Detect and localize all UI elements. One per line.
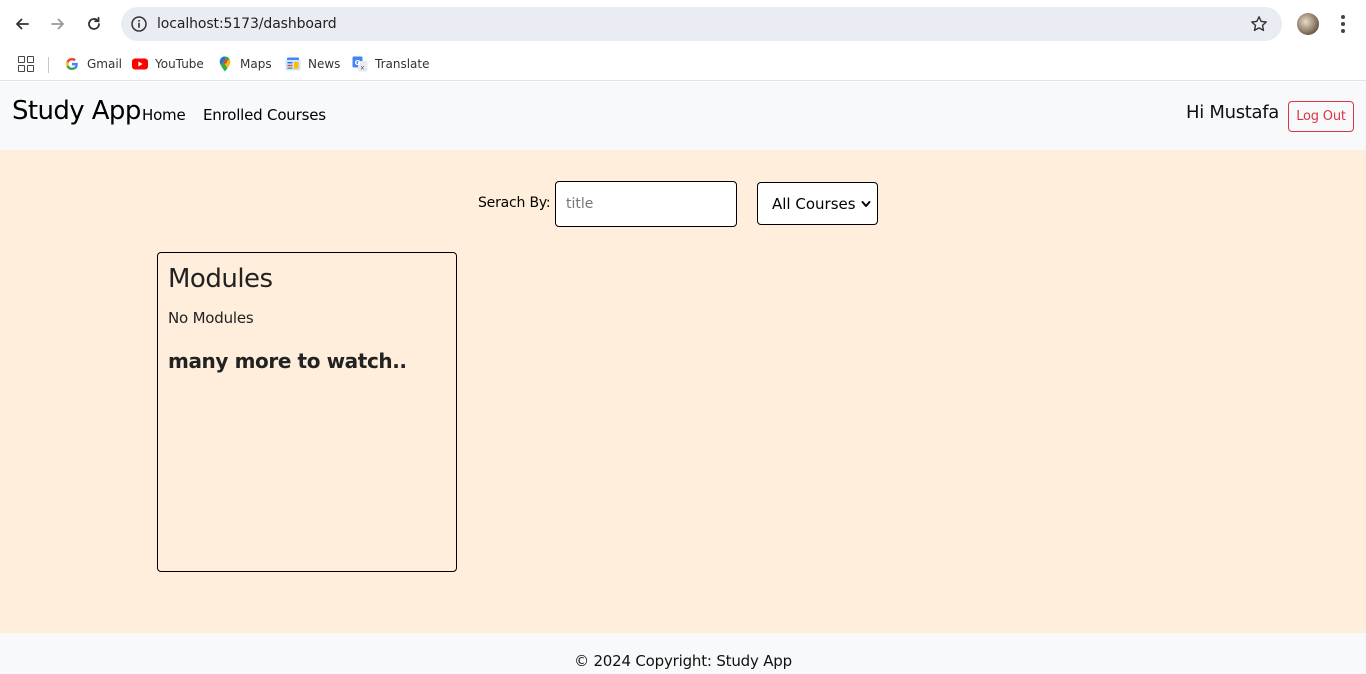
- app-navbar: Study App Home Enrolled Courses Hi Musta…: [0, 82, 1366, 150]
- app-brand[interactable]: Study App: [12, 96, 141, 126]
- nav-enrolled-courses-link[interactable]: Enrolled Courses: [203, 106, 326, 124]
- search-label: Serach By:: [478, 195, 551, 211]
- dashboard-main: Serach By: All Courses Modules No Module…: [0, 150, 1366, 633]
- reload-icon: [88, 16, 100, 30]
- bookmark-star-icon[interactable]: [1250, 15, 1268, 33]
- profile-avatar[interactable]: [1297, 13, 1319, 35]
- bookmark-youtube[interactable]: YouTube: [132, 52, 204, 76]
- user-greeting: Hi Mustafa: [1186, 102, 1280, 123]
- bookmark-news[interactable]: News: [285, 52, 340, 76]
- back-button[interactable]: [8, 8, 36, 40]
- browser-menu-icon[interactable]: [1333, 12, 1353, 36]
- address-bar[interactable]: localhost:5173/dashboard: [121, 7, 1282, 41]
- forward-arrow-icon: [51, 18, 65, 30]
- bookmark-label: Translate: [375, 57, 430, 71]
- url-text: localhost:5173/dashboard: [157, 16, 337, 32]
- reload-button[interactable]: [80, 8, 108, 40]
- back-arrow-icon: [15, 18, 29, 30]
- more-to-watch-text: many more to watch..: [168, 349, 407, 373]
- bookmark-maps[interactable]: Maps: [217, 52, 272, 76]
- bookmark-label: News: [308, 57, 341, 71]
- gmail-icon: [64, 56, 80, 72]
- bookmarks-divider: [48, 57, 49, 73]
- bookmark-translate[interactable]: Gx Translate: [352, 52, 430, 76]
- news-icon: [285, 56, 301, 72]
- search-title-input[interactable]: [555, 181, 737, 227]
- apps-grid-icon[interactable]: [18, 56, 34, 72]
- page-footer: © 2024 Copyright: Study App: [0, 633, 1366, 674]
- bookmark-label: YouTube: [155, 57, 204, 71]
- card-title: Modules: [168, 264, 273, 294]
- nav-home-link[interactable]: Home: [142, 106, 186, 124]
- no-modules-text: No Modules: [168, 309, 254, 327]
- browser-toolbar: localhost:5173/dashboard: [0, 0, 1366, 48]
- chevron-down-icon: [861, 201, 871, 207]
- svg-text:x: x: [361, 63, 365, 71]
- copyright-text: © 2024 Copyright: Study App: [574, 652, 792, 670]
- youtube-icon: [132, 56, 148, 72]
- bookmarks-bar: Gmail YouTube Maps News Gx Translate: [0, 48, 1366, 81]
- bookmark-label: Maps: [240, 57, 272, 71]
- modules-card: Modules No Modules many more to watch..: [157, 252, 457, 572]
- course-filter-value: All Courses: [772, 194, 856, 213]
- translate-icon: Gx: [352, 56, 368, 72]
- bookmark-gmail[interactable]: Gmail: [64, 52, 122, 76]
- forward-button[interactable]: [44, 8, 72, 40]
- site-info-icon[interactable]: [130, 15, 148, 33]
- course-filter-select[interactable]: All Courses: [757, 182, 878, 225]
- maps-icon: [217, 56, 233, 72]
- bookmark-label: Gmail: [87, 57, 123, 71]
- logout-button[interactable]: Log Out: [1288, 101, 1354, 132]
